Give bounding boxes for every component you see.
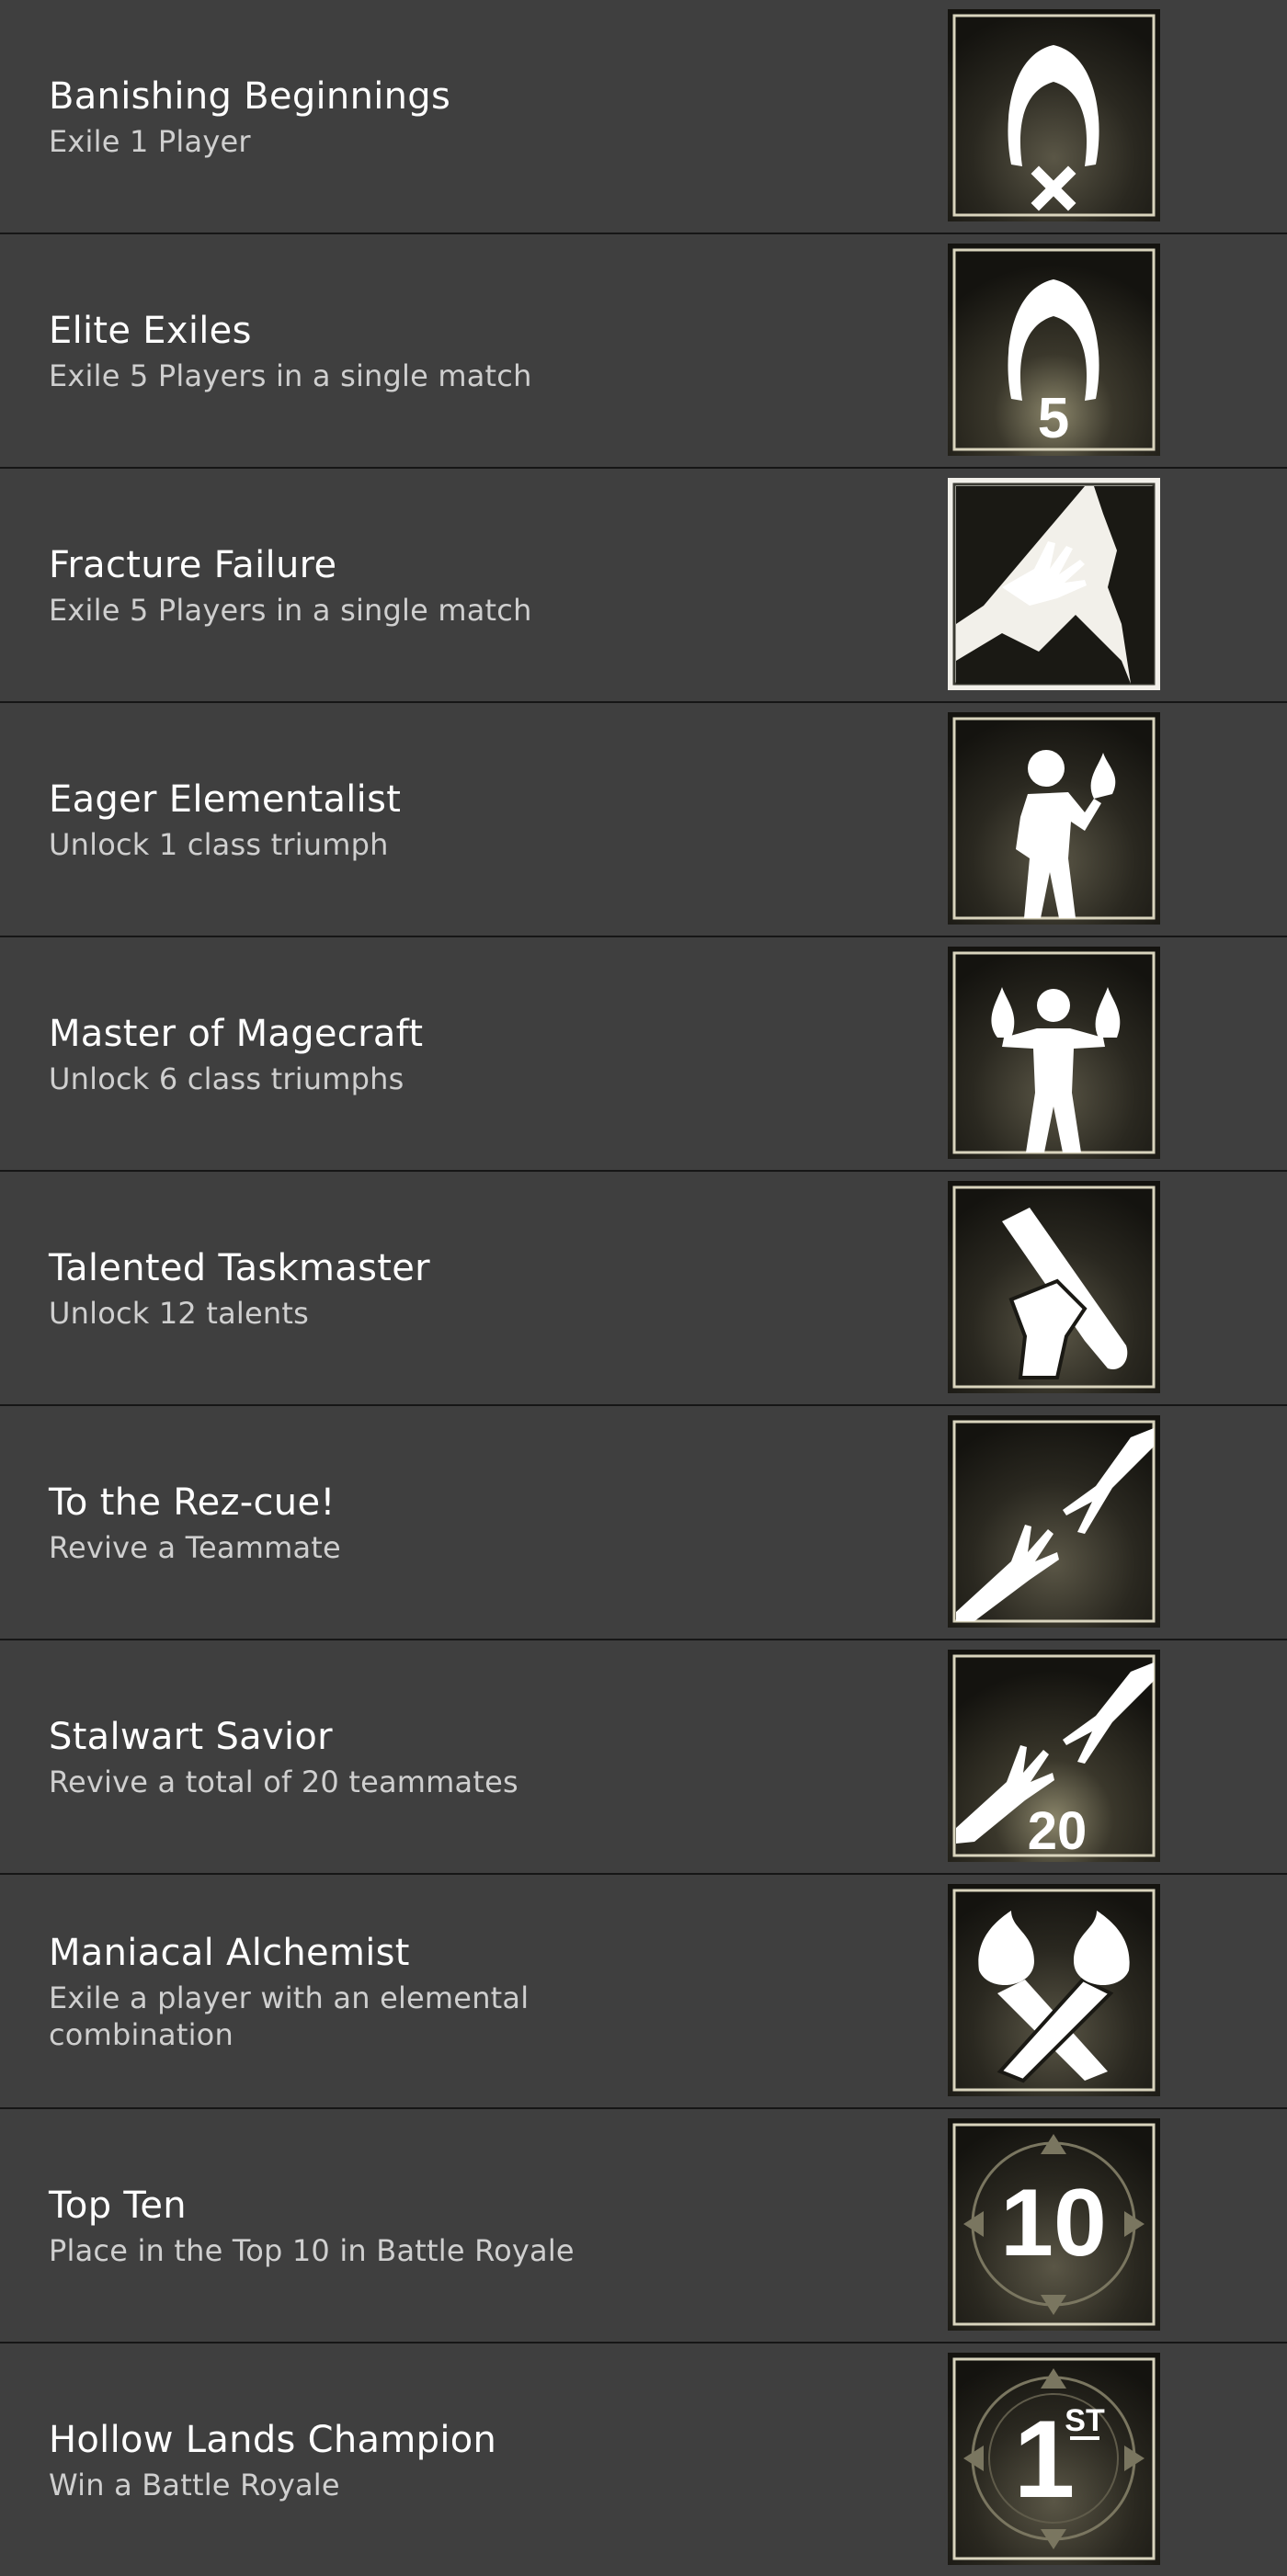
badge-number: 20 [1028, 1801, 1088, 1861]
achievement-description: Revive a Teammate [49, 1529, 341, 1565]
top-ten-icon: 10 [947, 2117, 1161, 2332]
first-place-icon: 1 ST [947, 2352, 1161, 2566]
achievement-row: Eager Elementalist Unlock 1 class triump… [0, 703, 1287, 936]
hood-five-icon: 5 [947, 243, 1161, 457]
achievement-text: Stalwart Savior Revive a total of 20 tea… [49, 1640, 876, 1873]
badge-number: 10 [1000, 2170, 1107, 2276]
achievement-description: Exile 5 Players in a single match [49, 357, 532, 393]
achievement-title: Eager Elementalist [49, 777, 402, 821]
achievement-text: To the Rez-cue! Revive a Teammate [49, 1406, 876, 1639]
achievement-row: Banishing Beginnings Exile 1 Player [0, 0, 1287, 233]
achievement-row: Master of Magecraft Unlock 6 class trium… [0, 937, 1287, 1170]
mage-icon [947, 946, 1161, 1160]
achievement-text: Talented Taskmaster Unlock 12 talents [49, 1172, 876, 1404]
achievement-row: Top Ten Place in the Top 10 in Battle Ro… [0, 2109, 1287, 2342]
flaming-fists-icon [947, 1883, 1161, 2097]
achievement-title: Stalwart Savior [49, 1715, 333, 1758]
achievement-title: Maniacal Alchemist [49, 1931, 410, 1974]
achievement-text: Master of Magecraft Unlock 6 class trium… [49, 937, 876, 1170]
achievement-row: Stalwart Savior Revive a total of 20 tea… [0, 1640, 1287, 1873]
achievement-text: Eager Elementalist Unlock 1 class triump… [49, 703, 876, 936]
achievement-row: Fracture Failure Exile 5 Players in a si… [0, 469, 1287, 701]
achievement-row: Elite Exiles Exile 5 Players in a single… [0, 234, 1287, 467]
achievement-title: Hollow Lands Champion [49, 2418, 497, 2461]
achievement-description: Unlock 12 talents [49, 1295, 309, 1331]
achievement-title: To the Rez-cue! [49, 1481, 336, 1524]
reaching-hands-twenty-icon: 20 [947, 1649, 1161, 1863]
achievement-description: Exile a player with an elemental combina… [49, 1980, 530, 2052]
reaching-hands-icon [947, 1414, 1161, 1628]
achievement-title: Fracture Failure [49, 543, 337, 586]
achievement-title: Talented Taskmaster [49, 1246, 430, 1289]
achievement-row: Hollow Lands Champion Win a Battle Royal… [0, 2343, 1287, 2576]
achievement-text: Top Ten Place in the Top 10 in Battle Ro… [49, 2109, 876, 2342]
achievement-text: Elite Exiles Exile 5 Players in a single… [49, 234, 876, 467]
achievement-row: Maniacal Alchemist Exile a player with a… [0, 1875, 1287, 2107]
badge-suffix: ST [1065, 2403, 1105, 2438]
achievement-row: Talented Taskmaster Unlock 12 talents [0, 1172, 1287, 1404]
elementalist-icon [947, 711, 1161, 925]
achievement-title: Banishing Beginnings [49, 74, 451, 118]
achievement-description: Exile 1 Player [49, 123, 251, 159]
hood-exile-icon [947, 8, 1161, 222]
achievement-title: Elite Exiles [49, 309, 252, 352]
achievement-text: Banishing Beginnings Exile 1 Player [49, 0, 876, 233]
achievement-description: Unlock 1 class triumph [49, 826, 389, 862]
achievement-list: Banishing Beginnings Exile 1 Player Elit… [0, 0, 1287, 2576]
achievement-description: Unlock 6 class triumphs [49, 1061, 404, 1096]
falling-hand-icon [947, 477, 1161, 691]
achievement-description: Win a Battle Royale [49, 2467, 340, 2502]
achievement-description: Revive a total of 20 teammates [49, 1764, 518, 1799]
achievement-text: Maniacal Alchemist Exile a player with a… [49, 1875, 876, 2107]
achievement-row: To the Rez-cue! Revive a Teammate [0, 1406, 1287, 1639]
achievement-description: Place in the Top 10 in Battle Royale [49, 2232, 575, 2268]
achievement-title: Master of Magecraft [49, 1012, 424, 1055]
scroll-icon [947, 1180, 1161, 1394]
achievement-text: Hollow Lands Champion Win a Battle Royal… [49, 2343, 876, 2576]
achievement-description: Exile 5 Players in a single match [49, 592, 532, 628]
achievement-title: Top Ten [49, 2184, 187, 2227]
badge-number: 5 [1038, 387, 1069, 450]
achievement-text: Fracture Failure Exile 5 Players in a si… [49, 469, 876, 701]
